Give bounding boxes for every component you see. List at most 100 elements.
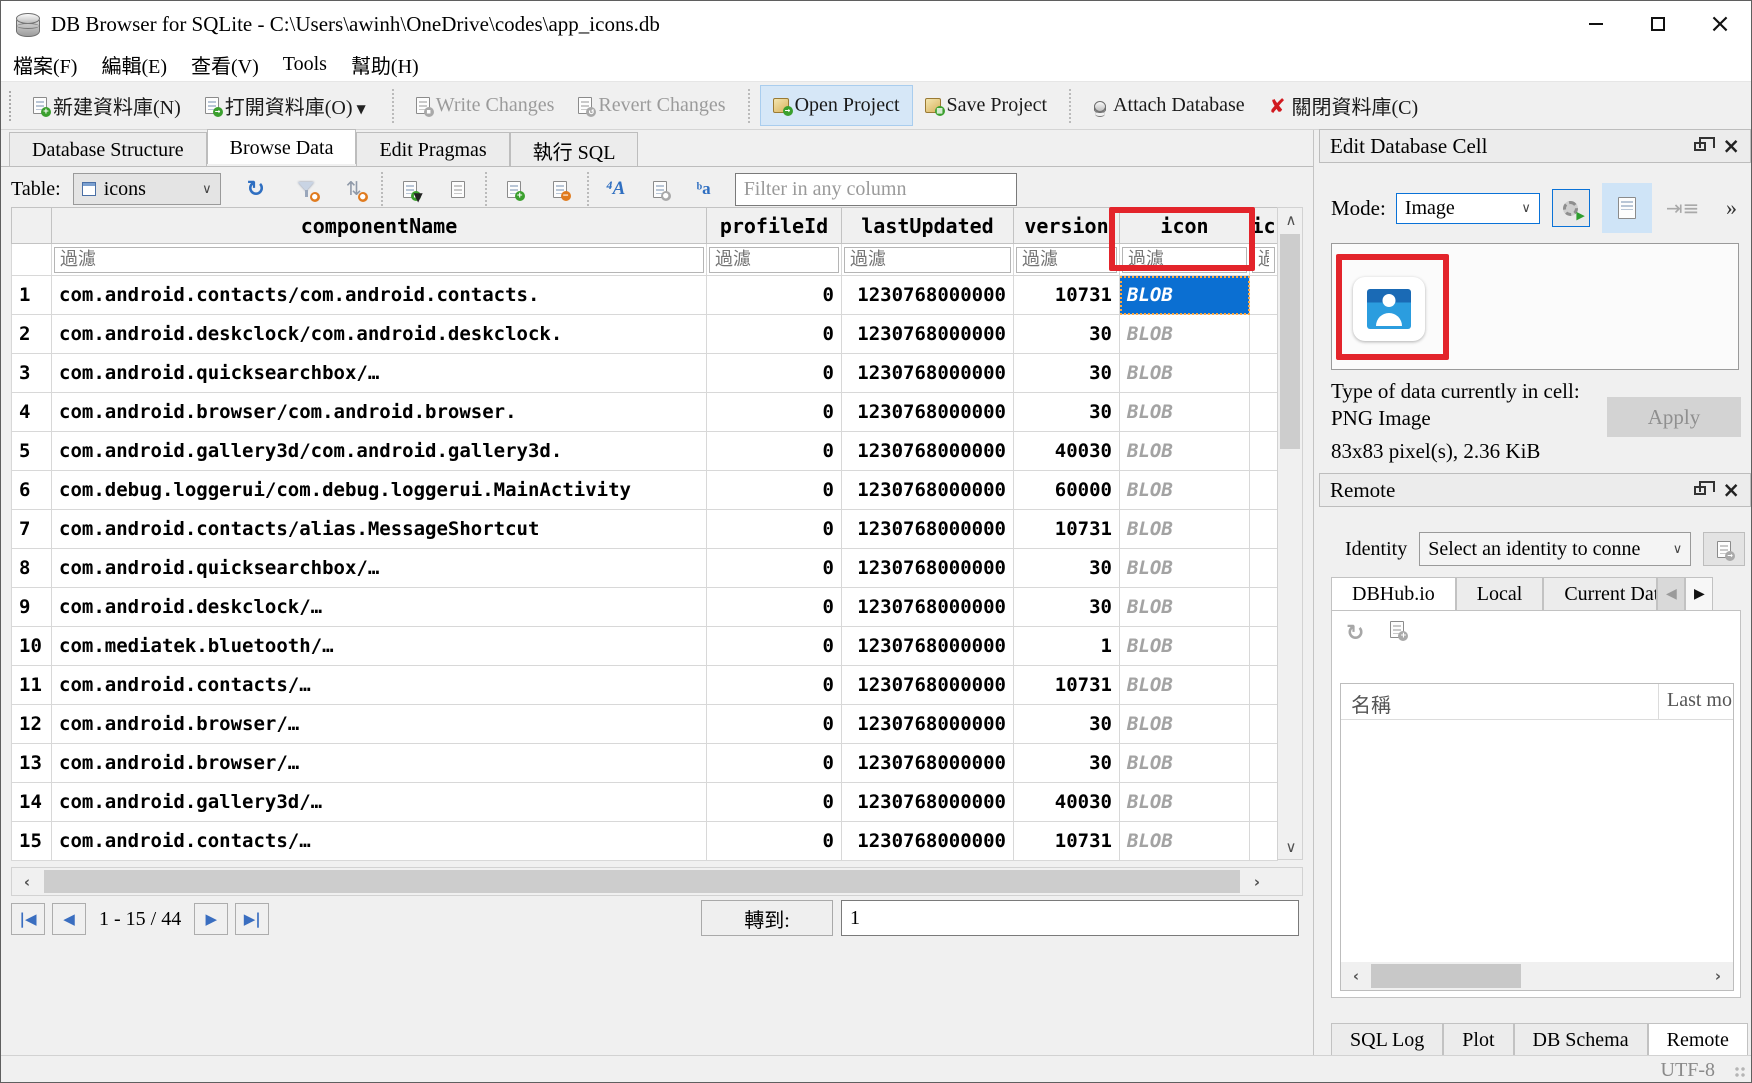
scroll-down-icon[interactable]: ∨	[1278, 835, 1304, 859]
cell-lastUpdated[interactable]: 1230768000000	[842, 705, 1014, 744]
more-tools-icon[interactable]: »	[1726, 195, 1737, 221]
cell-profileId[interactable]: 0	[707, 822, 842, 861]
tab-execute-sql[interactable]: 執行 SQL	[510, 132, 639, 167]
filter-input[interactable]	[1252, 247, 1275, 273]
tab-scroll-right-icon[interactable]: ▶	[1685, 577, 1713, 611]
tab-database-structure[interactable]: Database Structure	[9, 132, 207, 167]
tab-plot[interactable]: Plot	[1443, 1023, 1513, 1056]
cell-version[interactable]: 10731	[1014, 276, 1120, 315]
cell-componentName[interactable]: com.android.quicksearchbox/…	[52, 549, 707, 588]
close-panel-icon[interactable]: ×	[1722, 136, 1740, 157]
row-number[interactable]: 15	[12, 822, 52, 861]
column-header-componentName[interactable]: componentName	[52, 208, 707, 244]
encoding-indicator[interactable]: UTF-8	[1661, 1059, 1715, 1082]
cell-lastUpdated[interactable]: 1230768000000	[842, 783, 1014, 822]
cell-version[interactable]: 30	[1014, 315, 1120, 354]
cell-icon[interactable]: BLOB	[1120, 744, 1250, 783]
save-table-button[interactable]: ▪▼	[393, 174, 427, 204]
tab-edit-pragmas[interactable]: Edit Pragmas	[356, 132, 509, 167]
filter-cell-componentName[interactable]	[52, 244, 707, 276]
cell-version[interactable]: 30	[1014, 393, 1120, 432]
open-project-button[interactable]: → Open Project	[760, 85, 913, 126]
row-number[interactable]: 13	[12, 744, 52, 783]
tab-db-schema[interactable]: DB Schema	[1514, 1023, 1648, 1056]
refresh-button[interactable]: ↻	[239, 174, 273, 204]
cell-lastUpdated[interactable]: 1230768000000	[842, 354, 1014, 393]
row-number[interactable]: 10	[12, 627, 52, 666]
cell-lastUpdated[interactable]: 1230768000000	[842, 627, 1014, 666]
tab-scroll-left-icon[interactable]: ◀	[1657, 577, 1685, 611]
cell-version[interactable]: 10731	[1014, 666, 1120, 705]
cell-lastUpdated[interactable]: 1230768000000	[842, 588, 1014, 627]
cell-componentName[interactable]: com.android.gallery3d/…	[52, 783, 707, 822]
cell-lastUpdated[interactable]: 1230768000000	[842, 822, 1014, 861]
tab-remote[interactable]: Remote	[1648, 1023, 1748, 1056]
cell-partial[interactable]	[1250, 666, 1278, 705]
dock-splitter[interactable]	[1313, 130, 1314, 1055]
cell-icon[interactable]: BLOB	[1120, 432, 1250, 471]
cell-icon[interactable]: BLOB	[1120, 705, 1250, 744]
filter-input[interactable]	[1016, 247, 1117, 273]
cell-partial[interactable]	[1250, 588, 1278, 627]
attach-database-button[interactable]: Attach Database	[1081, 86, 1257, 125]
goto-button[interactable]: 轉到:	[701, 900, 833, 936]
cell-icon[interactable]: BLOB	[1120, 549, 1250, 588]
cell-profileId[interactable]: 0	[707, 627, 842, 666]
column-header-lastUpdated[interactable]: lastUpdated	[842, 208, 1014, 244]
cell-partial[interactable]	[1250, 822, 1278, 861]
menu-file[interactable]: 檔案(F)	[1, 48, 89, 81]
cell-version[interactable]: 30	[1014, 705, 1120, 744]
row-number[interactable]: 11	[12, 666, 52, 705]
remote-refresh-icon[interactable]: ↻	[1346, 621, 1364, 646]
row-number[interactable]: 12	[12, 705, 52, 744]
cell-partial[interactable]	[1250, 315, 1278, 354]
cell-profileId[interactable]: 0	[707, 549, 842, 588]
horizontal-scrollbar-thumb[interactable]	[44, 870, 1240, 893]
text-mode-button[interactable]	[1602, 183, 1652, 233]
cell-icon[interactable]: BLOB	[1120, 783, 1250, 822]
tab-dbhub[interactable]: DBHub.io	[1331, 577, 1456, 611]
cell-componentName[interactable]: com.android.gallery3d/com.android.galler…	[52, 432, 707, 471]
cell-version[interactable]: 60000	[1014, 471, 1120, 510]
cell-partial[interactable]	[1250, 471, 1278, 510]
cell-profileId[interactable]: 0	[707, 588, 842, 627]
cell-lastUpdated[interactable]: 1230768000000	[842, 666, 1014, 705]
cell-version[interactable]: 30	[1014, 744, 1120, 783]
next-record-button[interactable]: ▶	[194, 903, 228, 935]
cell-partial[interactable]	[1250, 276, 1278, 315]
cell-componentName[interactable]: com.android.contacts/com.android.contact…	[52, 276, 707, 315]
first-record-button[interactable]: |◀	[11, 903, 45, 935]
scroll-left-icon[interactable]: ‹	[12, 868, 42, 895]
cell-version[interactable]: 30	[1014, 549, 1120, 588]
row-number[interactable]: 9	[12, 588, 52, 627]
cell-profileId[interactable]: 0	[707, 510, 842, 549]
scroll-up-icon[interactable]: ∧	[1278, 208, 1304, 232]
cell-lastUpdated[interactable]: 1230768000000	[842, 276, 1014, 315]
tab-current-database[interactable]: Current Dat	[1543, 577, 1657, 611]
cell-componentName[interactable]: com.android.browser/…	[52, 744, 707, 783]
row-number[interactable]: 4	[12, 393, 52, 432]
cell-componentName[interactable]: com.android.quicksearchbox/…	[52, 354, 707, 393]
menu-edit[interactable]: 編輯(E)	[89, 48, 179, 81]
revert-changes-button[interactable]: ↺ Revert Changes	[566, 86, 737, 125]
auto-format-icon[interactable]: ⇥≡	[1666, 196, 1700, 220]
tab-local[interactable]: Local	[1456, 577, 1544, 611]
cell-componentName[interactable]: com.android.contacts/…	[52, 822, 707, 861]
scroll-right-icon[interactable]: ›	[1242, 868, 1272, 895]
cell-profileId[interactable]: 0	[707, 354, 842, 393]
open-database-dropdown-icon[interactable]: ▼	[357, 102, 366, 116]
cell-lastUpdated[interactable]: 1230768000000	[842, 432, 1014, 471]
scroll-right-icon[interactable]: ›	[1703, 962, 1733, 990]
remote-list-header-name[interactable]: 名稱	[1341, 684, 1659, 719]
filter-input[interactable]	[709, 247, 839, 273]
cell-profileId[interactable]: 0	[707, 432, 842, 471]
cell-profileId[interactable]: 0	[707, 315, 842, 354]
previous-record-button[interactable]: ◀	[52, 903, 86, 935]
insert-record-button[interactable]: +	[497, 174, 531, 204]
float-panel-icon[interactable]	[1694, 142, 1706, 151]
cell-version[interactable]: 10731	[1014, 822, 1120, 861]
save-project-button[interactable]: ▦ Save Project	[913, 86, 1060, 125]
cell-version[interactable]: 10731	[1014, 510, 1120, 549]
cell-icon[interactable]: BLOB	[1120, 822, 1250, 861]
remote-list-header-lastmodified[interactable]: Last mo	[1659, 684, 1733, 719]
